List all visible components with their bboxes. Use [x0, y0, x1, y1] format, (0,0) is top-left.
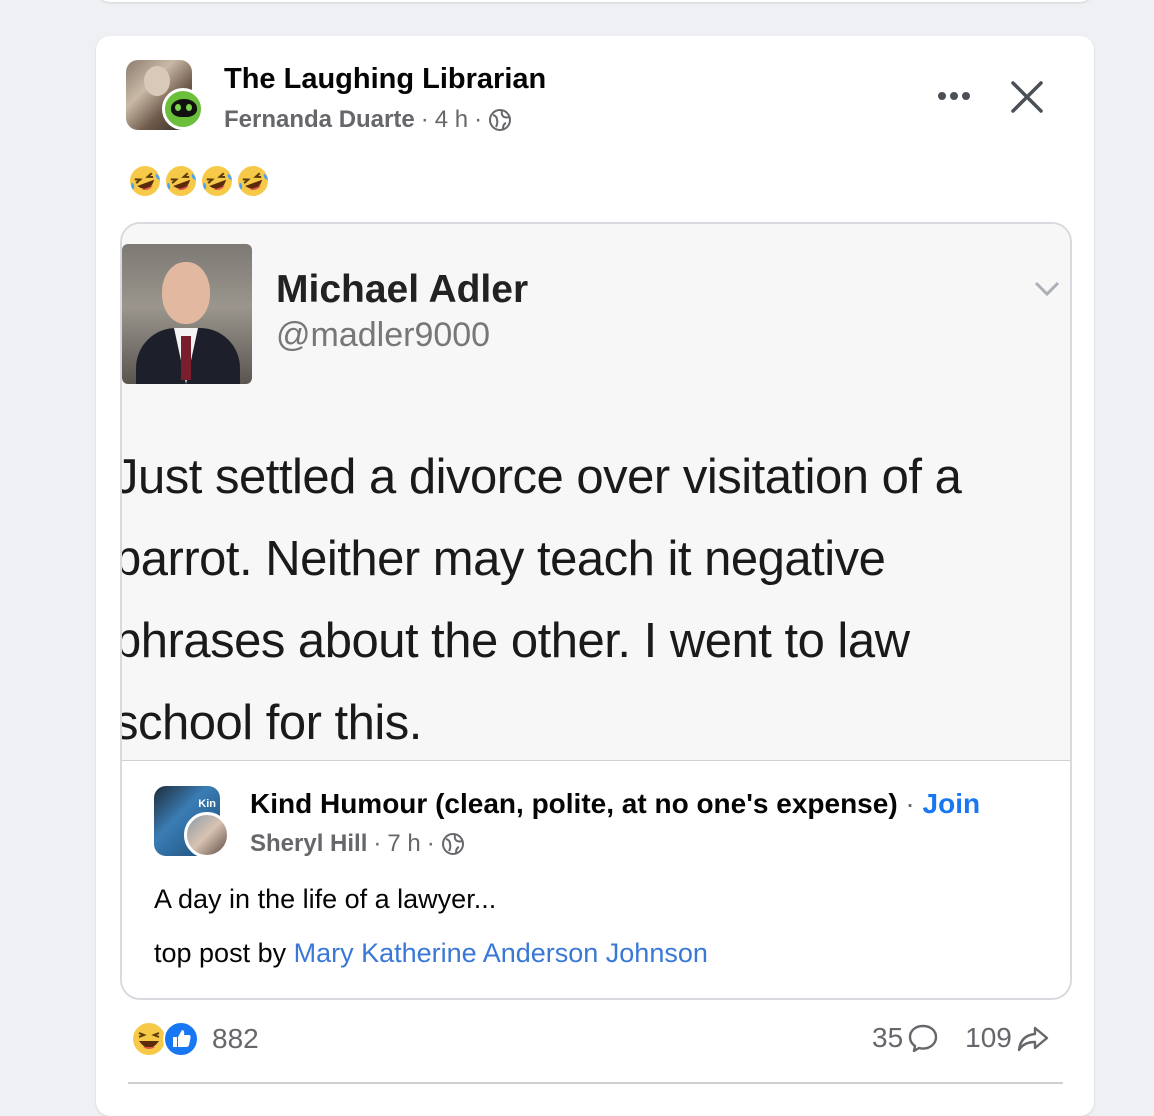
- tweet-author-handle: @madler9000: [276, 316, 491, 354]
- source-author-link[interactable]: Sheryl Hill: [250, 830, 367, 858]
- meta-separator: ·: [474, 106, 483, 133]
- meta-separator: ·: [373, 830, 382, 857]
- reaction-count: 882: [212, 1023, 259, 1054]
- top-post-prefix: top post by: [154, 938, 287, 968]
- post-author-link[interactable]: Fernanda Duarte: [224, 106, 415, 134]
- close-button[interactable]: [1004, 74, 1050, 120]
- source-group-header: Kind Humour (clean, polite, at no one's …: [250, 788, 980, 820]
- reactions-summary[interactable]: 882: [130, 1020, 259, 1058]
- globe-icon: [441, 833, 464, 855]
- rolling-laughing-emoji-icon: [130, 166, 160, 196]
- share-count[interactable]: 109: [965, 1022, 1012, 1054]
- source-caption: A day in the life of a lawyer...: [154, 884, 497, 914]
- rolling-laughing-emoji-icon: [202, 166, 232, 196]
- user-avatar[interactable]: [162, 88, 204, 130]
- tweet-line: Just settled a divorce over visitation o…: [120, 450, 962, 504]
- tweet-profile-photo: [122, 244, 252, 384]
- tweet-line: parrot. Neither may teach it negative: [120, 532, 886, 586]
- source-group-name-link[interactable]: Kind Humour (clean, polite, at no one's …: [250, 788, 898, 819]
- like-reaction-icon: [163, 1021, 199, 1057]
- tweet-line: phrases about the other. I went to law: [120, 614, 910, 668]
- post-card: The Laughing Librarian Fernanda Duarte ·…: [96, 36, 1094, 1116]
- source-timestamp[interactable]: 7 h: [387, 830, 420, 858]
- tweet-line: school for this.: [120, 696, 422, 750]
- top-post-line: top post by Mary Katherine Anderson John…: [154, 938, 708, 969]
- rolling-laughing-emoji-icon: [166, 166, 196, 196]
- comment-icon[interactable]: [907, 1022, 939, 1054]
- source-meta: Sheryl Hill · 7 h ·: [250, 830, 465, 858]
- post-timestamp[interactable]: 4 h: [435, 106, 468, 134]
- shared-post[interactable]: Michael Adler @madler9000 Just settled a…: [120, 222, 1072, 1000]
- meta-separator: ·: [420, 106, 429, 133]
- top-post-author-link[interactable]: Mary Katherine Anderson Johnson: [294, 938, 708, 968]
- more-horizontal-icon: [938, 92, 970, 100]
- post-stats: 35 109: [872, 1022, 1050, 1054]
- globe-icon: [489, 109, 512, 131]
- comment-count[interactable]: 35: [872, 1022, 903, 1054]
- more-options-button[interactable]: [932, 78, 976, 114]
- post-avatar-group[interactable]: [126, 60, 204, 132]
- tweet-text: Just settled a divorce over visitation o…: [120, 436, 1064, 764]
- previous-post-card: [96, 0, 1094, 2]
- post-text-emoji: [128, 164, 270, 198]
- tweet-image[interactable]: Michael Adler @madler9000 Just settled a…: [122, 224, 1070, 761]
- close-icon: [1011, 81, 1043, 113]
- source-avatar-group[interactable]: Kin: [154, 786, 232, 858]
- source-user-avatar[interactable]: [184, 812, 230, 858]
- join-group-link[interactable]: Join: [923, 788, 981, 819]
- meta-separator: ·: [426, 830, 435, 857]
- tweet-author-name: Michael Adler: [276, 268, 529, 311]
- chevron-down-icon: [1034, 281, 1060, 297]
- rolling-laughing-emoji-icon: [238, 166, 268, 196]
- group-name-link[interactable]: The Laughing Librarian: [224, 63, 546, 96]
- share-icon[interactable]: [1016, 1022, 1050, 1054]
- post-meta: Fernanda Duarte · 4 h ·: [224, 106, 512, 134]
- source-avatar-label: Kin: [198, 798, 216, 810]
- footer-divider: [128, 1082, 1063, 1084]
- source-separator: ·: [905, 788, 915, 819]
